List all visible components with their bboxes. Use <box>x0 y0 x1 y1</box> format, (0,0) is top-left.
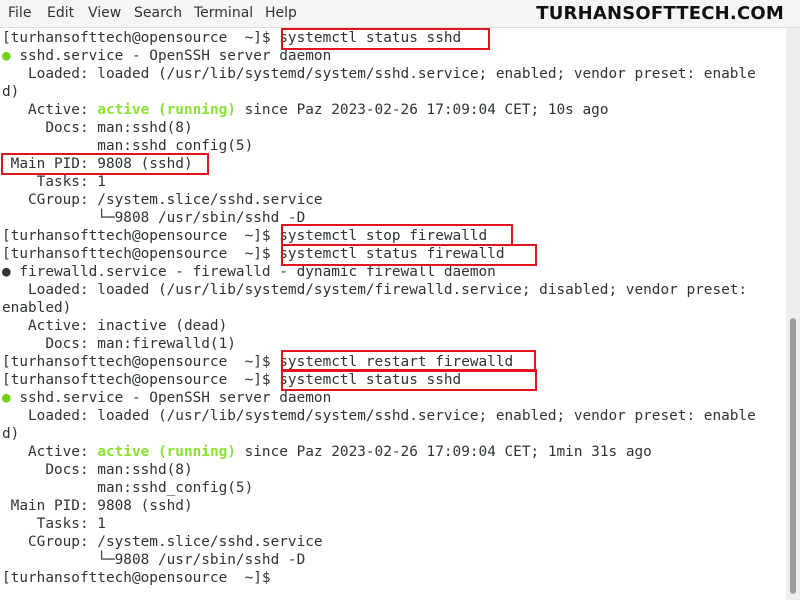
sshd-docs-1b: man:sshd_config(5) <box>2 138 254 154</box>
menu-help[interactable]: Help <box>263 5 299 21</box>
sshd-active-1: Active: active (running) since Paz 2023-… <box>2 102 609 118</box>
status-dot-icon: ● <box>2 48 20 64</box>
prompt: [turhansofttech@opensource ~]$ <box>2 246 280 262</box>
prompt-line-5: [turhansofttech@opensource ~]$ systemctl… <box>2 371 461 389</box>
prompt: [turhansofttech@opensource ~]$ <box>2 372 280 388</box>
watermark-text: TURHANSOFTTECH.COM <box>536 3 784 24</box>
sshd-main-pid-2: Main PID: 9808 (sshd) <box>2 498 193 514</box>
sshd-docs-1a: Docs: man:sshd(8) <box>2 120 193 136</box>
status-dot-icon: ● <box>2 264 20 280</box>
sshd-cgroup-tree-1: └─9808 /usr/sbin/sshd -D <box>2 210 306 226</box>
sshd-docs-2b: man:sshd_config(5) <box>2 480 254 496</box>
command-stop-firewalld: systemctl stop firewalld <box>279 228 488 244</box>
menu-view[interactable]: View <box>86 5 123 21</box>
menu-edit[interactable]: Edit <box>45 5 76 21</box>
firewalld-active: Active: inactive (dead) <box>2 318 228 334</box>
active-running-status: active (running) <box>97 102 236 118</box>
sshd-cgroup-tree-2: └─9808 /usr/sbin/sshd -D <box>2 552 306 568</box>
firewalld-loaded-b: enabled) <box>2 300 72 316</box>
menu-bar: File Edit View Search Terminal Help TURH… <box>0 0 800 28</box>
prompt: [turhansofttech@opensource ~]$ <box>2 228 280 244</box>
active-running-status: active (running) <box>97 444 236 460</box>
scrollbar-thumb[interactable] <box>790 318 796 594</box>
sshd-main-pid-1: Main PID: 9808 (sshd) <box>2 156 193 172</box>
command-restart-firewalld: systemctl restart firewalld <box>279 354 514 370</box>
command-status-firewalld: systemctl status firewalld <box>279 246 505 262</box>
prompt: [turhansofttech@opensource ~]$ <box>2 354 280 370</box>
firewalld-loaded-a: Loaded: loaded (/usr/lib/systemd/system/… <box>2 282 748 298</box>
command-status-sshd: systemctl status sshd <box>279 30 462 46</box>
firewalld-docs: Docs: man:firewalld(1) <box>2 336 236 352</box>
sshd-cgroup-1: CGroup: /system.slice/sshd.service <box>2 192 323 208</box>
menu-file[interactable]: File <box>6 5 33 21</box>
prompt-line-4: [turhansofttech@opensource ~]$ systemctl… <box>2 353 513 371</box>
menu-search[interactable]: Search <box>132 5 184 21</box>
prompt: [turhansofttech@opensource ~]$ <box>2 30 280 46</box>
sshd-service-title-2: ● sshd.service - OpenSSH server daemon <box>2 390 332 406</box>
status-dot-icon: ● <box>2 390 20 406</box>
menu-terminal[interactable]: Terminal <box>192 5 255 21</box>
prompt-line-3: [turhansofttech@opensource ~]$ systemctl… <box>2 245 505 263</box>
sshd-loaded-2a: Loaded: loaded (/usr/lib/systemd/system/… <box>2 408 756 424</box>
terminal-output[interactable]: [turhansofttech@opensource ~]$ systemctl… <box>0 28 786 600</box>
prompt-line-6: [turhansofttech@opensource ~]$ <box>2 569 279 587</box>
prompt-line-2: [turhansofttech@opensource ~]$ systemctl… <box>2 227 487 245</box>
sshd-active-2: Active: active (running) since Paz 2023-… <box>2 444 652 460</box>
sshd-tasks-1: Tasks: 1 <box>2 174 106 190</box>
prompt-line-1: [turhansofttech@opensource ~]$ systemctl… <box>2 29 461 47</box>
scrollbar[interactable] <box>786 28 800 600</box>
sshd-tasks-2: Tasks: 1 <box>2 516 106 532</box>
prompt: [turhansofttech@opensource ~]$ <box>2 570 280 586</box>
sshd-service-title-1: ● sshd.service - OpenSSH server daemon <box>2 48 332 64</box>
sshd-cgroup-2: CGroup: /system.slice/sshd.service <box>2 534 323 550</box>
sshd-loaded-2b: d) <box>2 426 20 442</box>
command-status-sshd-2: systemctl status sshd <box>279 372 462 388</box>
sshd-loaded-1b: d) <box>2 84 20 100</box>
firewalld-service-title: ● firewalld.service - firewalld - dynami… <box>2 264 496 280</box>
sshd-docs-2a: Docs: man:sshd(8) <box>2 462 193 478</box>
sshd-loaded-1a: Loaded: loaded (/usr/lib/systemd/system/… <box>2 66 756 82</box>
